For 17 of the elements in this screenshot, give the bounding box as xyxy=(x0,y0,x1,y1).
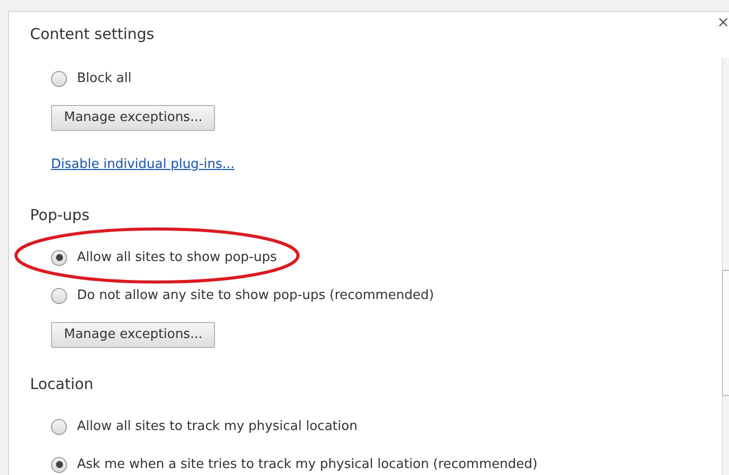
section-heading: Pop-ups xyxy=(30,206,90,224)
option-label: Block all xyxy=(77,70,132,88)
option-label: Allow all sites to show pop-ups xyxy=(77,249,277,267)
dialog-title: Content settings xyxy=(30,24,154,45)
option-label: Allow all sites to track my physical location xyxy=(77,418,358,436)
radio-button[interactable] xyxy=(51,71,67,87)
radio-button[interactable] xyxy=(51,418,67,434)
radio-button[interactable] xyxy=(51,456,67,472)
option-label: Do not allow any site to show pop-ups (recommended) xyxy=(77,287,434,305)
section-heading: Location xyxy=(30,374,94,392)
option-label: Ask me when a site tries to track my physical location (recommended) xyxy=(77,456,538,474)
radio-button[interactable] xyxy=(51,250,67,266)
radio-button[interactable] xyxy=(51,288,67,304)
disable-plugins-link[interactable]: Disable individual plug-ins... xyxy=(51,156,235,172)
manage-exceptions-button[interactable]: Manage exceptions... xyxy=(51,104,216,131)
manage-exceptions-button[interactable]: Manage exceptions... xyxy=(51,322,216,348)
close-button[interactable]: × xyxy=(717,15,729,30)
